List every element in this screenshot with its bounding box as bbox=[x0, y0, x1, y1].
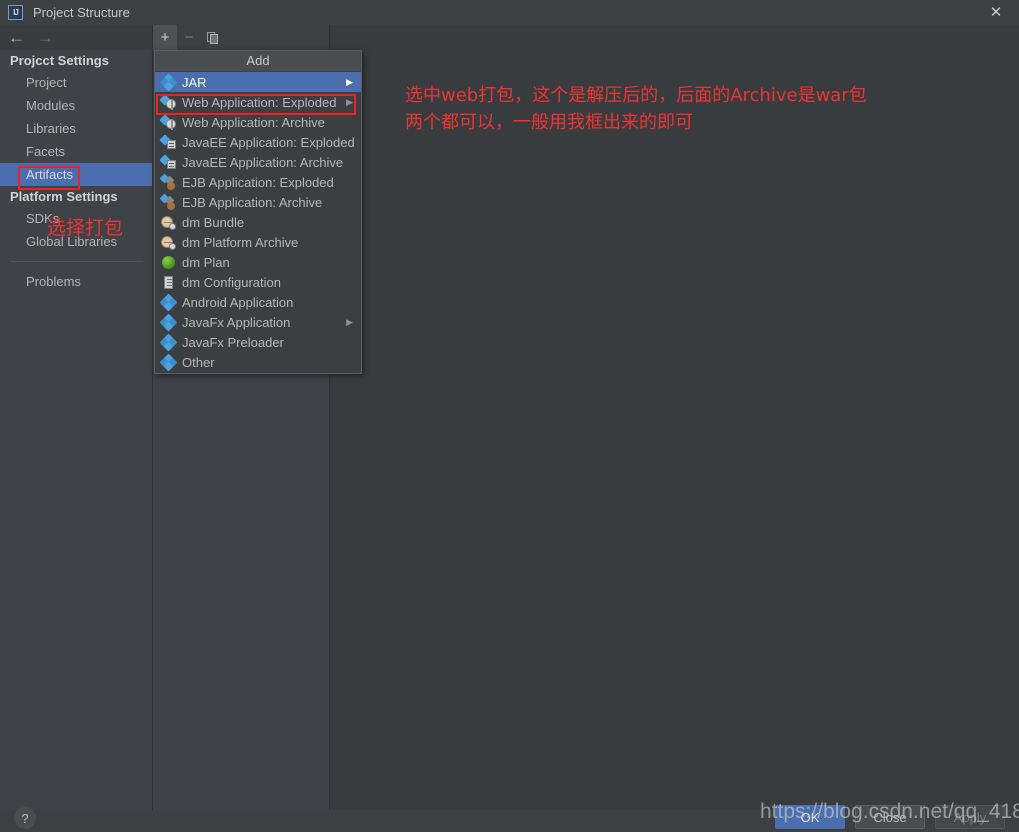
chevron-right-icon: ▶ bbox=[346, 72, 353, 92]
dm-configuration-icon bbox=[161, 275, 176, 290]
annotation-line-2: 两个都可以，一般用我框出来的即可 bbox=[405, 109, 867, 136]
menu-item-label: EJB Application: Exploded bbox=[182, 175, 334, 190]
menu-item-javaee-application-exploded[interactable]: JavaEE Application: Exploded bbox=[155, 132, 361, 152]
annotation-text-sidebar: 选择打包 bbox=[47, 219, 123, 238]
app-logo-icon: IJ bbox=[8, 5, 23, 20]
dm-bundle-icon bbox=[161, 215, 176, 230]
forward-arrow-icon[interactable]: → bbox=[37, 29, 54, 46]
menu-item-web-application-archive[interactable]: Web Application: Archive bbox=[155, 112, 361, 132]
menu-item-label: Web Application: Exploded bbox=[182, 95, 336, 110]
add-artifact-menu: Add JAR ▶ Web Application: Exploded ▶ We… bbox=[154, 50, 362, 374]
sidebar-heading-platform-settings: Platform Settings bbox=[0, 186, 153, 207]
copy-icon bbox=[207, 32, 219, 44]
menu-item-label: dm Configuration bbox=[182, 275, 281, 290]
title-bar: IJ Project Structure ✕ bbox=[0, 0, 1019, 25]
menu-item-javaee-application-archive[interactable]: JavaEE Application: Archive bbox=[155, 152, 361, 172]
dm-plan-icon bbox=[161, 255, 176, 270]
menu-item-label: dm Platform Archive bbox=[182, 235, 298, 250]
menu-item-label: dm Plan bbox=[182, 255, 230, 270]
javaee-application-icon bbox=[161, 155, 176, 170]
javaee-application-icon bbox=[161, 135, 176, 150]
sidebar-item-modules[interactable]: Modules bbox=[0, 94, 153, 117]
ok-button[interactable]: OK bbox=[775, 805, 845, 829]
copy-artifact-button[interactable] bbox=[201, 25, 225, 50]
menu-item-label: Android Application bbox=[182, 295, 293, 310]
web-application-icon bbox=[161, 115, 176, 130]
settings-sidebar: Projcct Settings Project Modules Librari… bbox=[0, 50, 153, 810]
dialog-button-row: OK Close Apply bbox=[775, 805, 1005, 829]
web-application-icon bbox=[161, 95, 176, 110]
menu-item-list: JAR ▶ Web Application: Exploded ▶ Web Ap… bbox=[155, 71, 361, 373]
menu-item-label: EJB Application: Archive bbox=[182, 195, 322, 210]
menu-item-dm-configuration[interactable]: dm Configuration bbox=[155, 272, 361, 292]
diamond-cluster-icon bbox=[161, 335, 176, 350]
ejb-application-icon bbox=[161, 175, 176, 190]
sidebar-divider bbox=[10, 261, 143, 262]
sidebar-heading-project-settings: Projcct Settings bbox=[0, 50, 153, 71]
menu-item-other[interactable]: Other bbox=[155, 352, 361, 372]
menu-item-label: Other bbox=[182, 355, 215, 370]
window-title: Project Structure bbox=[33, 5, 130, 20]
chevron-right-icon: ▶ bbox=[346, 92, 353, 112]
sidebar-item-project[interactable]: Project bbox=[0, 71, 153, 94]
sidebar-item-libraries[interactable]: Libraries bbox=[0, 117, 153, 140]
menu-item-dm-bundle[interactable]: dm Bundle bbox=[155, 212, 361, 232]
apply-button: Apply bbox=[935, 805, 1005, 829]
menu-item-web-application-exploded[interactable]: Web Application: Exploded ▶ bbox=[155, 92, 361, 112]
menu-title: Add bbox=[155, 51, 361, 71]
menu-item-label: JavaEE Application: Exploded bbox=[182, 135, 355, 150]
sidebar-section-project-settings: Projcct Settings Project Modules Librari… bbox=[0, 50, 153, 186]
menu-item-label: dm Bundle bbox=[182, 215, 244, 230]
menu-item-label: JAR bbox=[182, 75, 207, 90]
menu-item-label: JavaEE Application: Archive bbox=[182, 155, 343, 170]
sidebar-item-problems[interactable]: Problems bbox=[0, 270, 153, 293]
help-icon[interactable]: ? bbox=[14, 807, 36, 829]
sidebar-item-artifacts[interactable]: Artifacts bbox=[0, 163, 153, 186]
diamond-cluster-icon bbox=[161, 315, 176, 330]
remove-artifact-button[interactable]: − bbox=[177, 25, 201, 50]
menu-item-javafx-preloader[interactable]: JavaFx Preloader bbox=[155, 332, 361, 352]
menu-item-label: JavaFx Preloader bbox=[182, 335, 284, 350]
close-icon[interactable]: ✕ bbox=[973, 0, 1019, 25]
chevron-right-icon: ▶ bbox=[346, 312, 353, 332]
menu-item-dm-platform-archive[interactable]: dm Platform Archive bbox=[155, 232, 361, 252]
menu-item-jar[interactable]: JAR ▶ bbox=[155, 72, 361, 92]
annotation-text-main: 选中web打包，这个是解压后的，后面的Archive是war包 两个都可以，一般… bbox=[405, 82, 867, 136]
menu-item-android-application[interactable]: Android Application bbox=[155, 292, 361, 312]
back-arrow-icon[interactable]: ← bbox=[8, 29, 25, 46]
menu-item-dm-plan[interactable]: dm Plan bbox=[155, 252, 361, 272]
diamond-cluster-icon bbox=[161, 75, 176, 90]
dm-bundle-icon bbox=[161, 235, 176, 250]
menu-item-label: Web Application: Archive bbox=[182, 115, 325, 130]
close-button[interactable]: Close bbox=[855, 805, 925, 829]
menu-item-ejb-application-archive[interactable]: EJB Application: Archive bbox=[155, 192, 361, 212]
menu-item-ejb-application-exploded[interactable]: EJB Application: Exploded bbox=[155, 172, 361, 192]
artifacts-toolbar: + − bbox=[153, 25, 330, 50]
annotation-line-1: 选中web打包，这个是解压后的，后面的Archive是war包 bbox=[405, 82, 867, 109]
sidebar-item-facets[interactable]: Facets bbox=[0, 140, 153, 163]
diamond-cluster-icon bbox=[161, 295, 176, 310]
menu-item-javafx-application[interactable]: JavaFx Application ▶ bbox=[155, 312, 361, 332]
navigation-bar: ← → bbox=[0, 25, 153, 50]
diamond-cluster-icon bbox=[161, 355, 176, 370]
menu-item-label: JavaFx Application bbox=[182, 315, 290, 330]
ejb-application-icon bbox=[161, 195, 176, 210]
add-artifact-button[interactable]: + bbox=[153, 25, 177, 50]
